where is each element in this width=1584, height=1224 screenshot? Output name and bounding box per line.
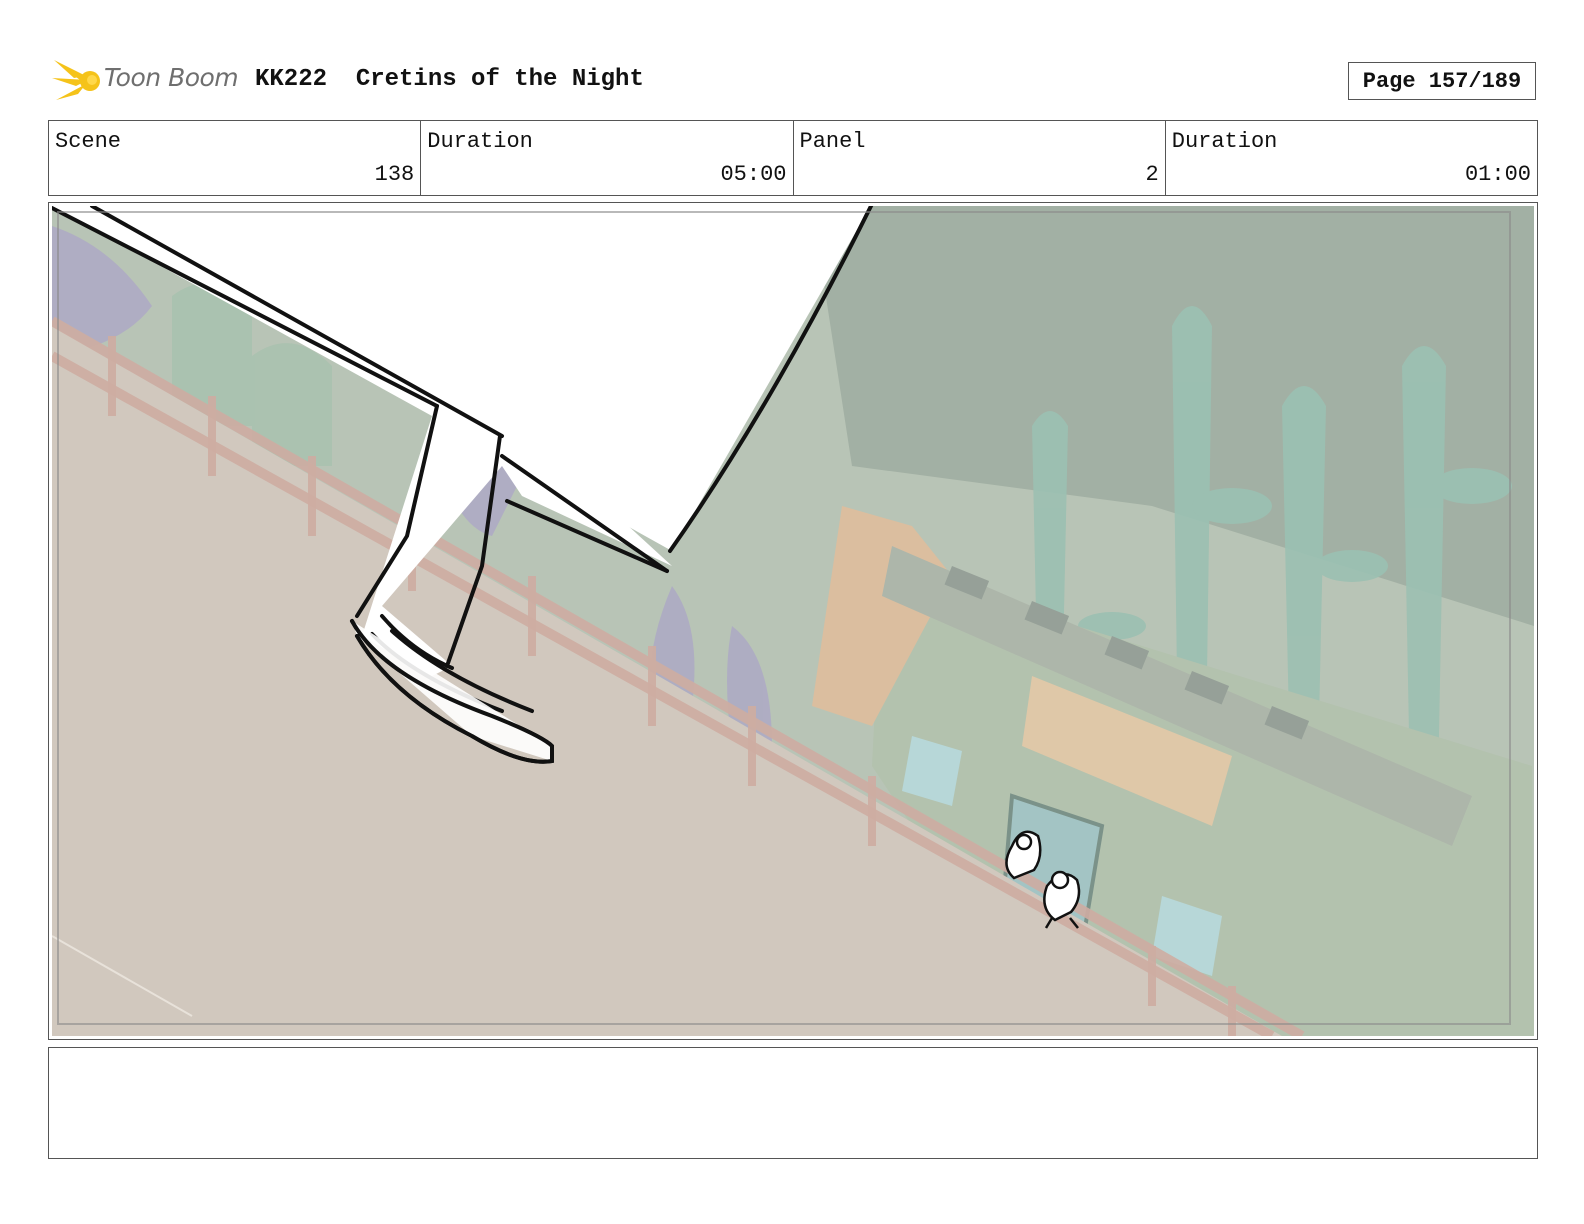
scene-value: 138 <box>374 162 415 187</box>
panel-notes-box <box>48 1047 1538 1159</box>
scene-duration-value: 05:00 <box>720 162 787 187</box>
panel-duration-value: 01:00 <box>1464 162 1531 187</box>
panel-duration-label: Duration <box>1171 129 1278 154</box>
scene-duration-cell: Duration 05:00 <box>421 121 794 195</box>
logo-text: Toon Boom <box>104 63 239 92</box>
scene-duration-label: Duration <box>427 129 533 154</box>
panel-duration-cell: Duration 01:00 <box>1166 121 1537 195</box>
panel-value: 2 <box>1145 162 1159 187</box>
scene-cell: Scene 138 <box>49 121 422 195</box>
document-title: KK222 Cretins of the Night <box>255 66 644 93</box>
panel-cell: Panel 2 <box>794 121 1166 195</box>
page-indicator: Page 157/189 <box>1348 62 1536 100</box>
storyboard-panel-image <box>52 206 1534 1036</box>
scene-label: Scene <box>55 129 122 154</box>
scene-info-row: Scene 138 Duration 05:00 Panel 2 Duratio… <box>48 120 1538 196</box>
panel-label: Panel <box>799 129 866 154</box>
